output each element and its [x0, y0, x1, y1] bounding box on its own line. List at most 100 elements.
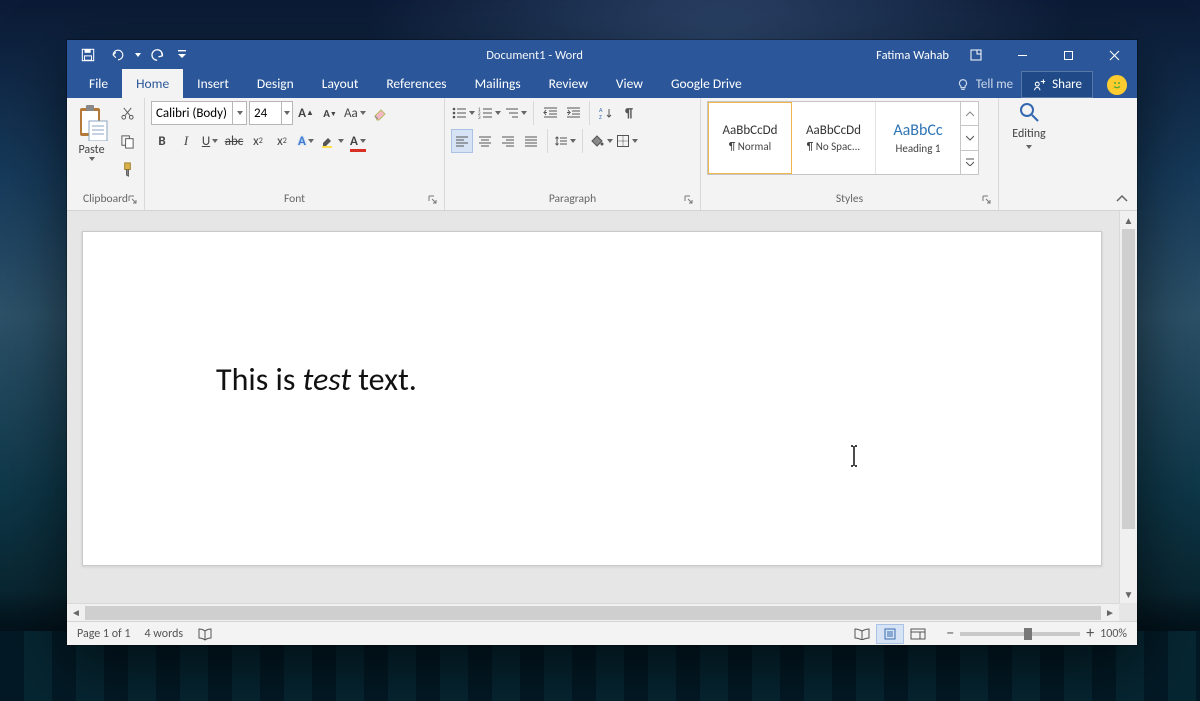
redo-button[interactable] [145, 43, 171, 67]
align-center-button[interactable] [474, 129, 496, 153]
horizontal-scrollbar[interactable]: ◄ ► [67, 603, 1119, 621]
font-size-input[interactable] [250, 106, 281, 121]
read-mode-button[interactable] [848, 624, 876, 644]
font-launcher[interactable] [426, 193, 438, 205]
align-center-icon [478, 135, 492, 147]
tab-file[interactable]: File [75, 69, 122, 98]
font-name-dropdown[interactable] [232, 102, 246, 124]
multilevel-list-button[interactable] [503, 101, 528, 125]
group-label-font: Font [151, 192, 438, 210]
borders-button[interactable] [615, 129, 639, 153]
sort-button[interactable]: AZ [595, 101, 617, 125]
minimize-button[interactable] [999, 40, 1045, 70]
paragraph-launcher[interactable] [682, 193, 694, 205]
vertical-scrollbar[interactable]: ▲ ▼ [1119, 211, 1137, 603]
zoom-slider[interactable] [960, 632, 1080, 636]
scroll-up-button[interactable]: ▲ [1120, 211, 1137, 229]
show-hide-button[interactable]: ¶ [618, 101, 640, 125]
font-size-combo[interactable] [249, 101, 293, 125]
decrease-indent-button[interactable] [539, 101, 561, 125]
align-right-button[interactable] [497, 129, 519, 153]
shrink-font-button[interactable]: A▼ [319, 101, 341, 125]
web-layout-button[interactable] [904, 624, 932, 644]
format-painter-button[interactable] [116, 157, 138, 181]
line-spacing-button[interactable] [553, 129, 577, 153]
qat-customize[interactable] [175, 43, 189, 67]
grow-font-button[interactable]: A▲ [295, 101, 317, 125]
word-window: Document1 - Word Fatima Wahab File Home … [67, 40, 1137, 645]
word-count[interactable]: 4 words [145, 627, 184, 641]
style-no-spacing[interactable]: AaBbCcDd¶ No Spac... [792, 102, 876, 174]
scroll-left-button[interactable]: ◄ [67, 606, 85, 619]
maximize-button[interactable] [1045, 40, 1091, 70]
vertical-scroll-thumb[interactable] [1122, 229, 1135, 529]
scroll-down-button[interactable]: ▼ [1120, 585, 1137, 603]
user-name-area[interactable]: Fatima Wahab [872, 48, 953, 63]
increase-indent-button[interactable] [562, 101, 584, 125]
collapse-ribbon-button[interactable] [1113, 191, 1131, 207]
zoom-out-button[interactable]: − [946, 624, 954, 643]
italic-button[interactable]: I [175, 129, 197, 153]
spellcheck-status[interactable] [197, 627, 213, 641]
strikethrough-button[interactable]: abc [223, 129, 245, 153]
font-name-combo[interactable] [151, 101, 247, 125]
close-button[interactable] [1091, 40, 1137, 70]
line-spacing-icon [554, 134, 568, 148]
tab-layout[interactable]: Layout [308, 69, 373, 98]
tell-me-search[interactable]: Tell me [956, 77, 1013, 92]
tab-view[interactable]: View [602, 69, 657, 98]
horizontal-scroll-thumb[interactable] [85, 606, 1101, 620]
page[interactable]: This is test text. [82, 231, 1102, 566]
cut-button[interactable] [116, 101, 138, 125]
editing-button[interactable]: Editing [1005, 101, 1053, 149]
align-left-button[interactable] [451, 129, 473, 153]
gallery-down-button[interactable] [961, 126, 978, 150]
page-indicator[interactable]: Page 1 of 1 [77, 627, 131, 641]
numbering-button[interactable]: 123 [477, 101, 502, 125]
justify-button[interactable] [520, 129, 542, 153]
tab-design[interactable]: Design [243, 69, 308, 98]
styles-launcher[interactable] [980, 193, 992, 205]
style-heading-1[interactable]: AaBbCcHeading 1 [876, 102, 960, 174]
tab-references[interactable]: References [372, 69, 460, 98]
tab-review[interactable]: Review [535, 69, 602, 98]
shading-button[interactable] [588, 129, 614, 153]
tab-mailings[interactable]: Mailings [461, 69, 535, 98]
gallery-up-button[interactable] [961, 102, 978, 126]
svg-text:Z: Z [599, 113, 602, 120]
feedback-smiley-icon[interactable] [1107, 75, 1127, 95]
undo-button[interactable] [105, 43, 131, 67]
paste-button[interactable]: Paste [73, 101, 110, 161]
tab-insert[interactable]: Insert [183, 69, 243, 98]
subscript-button[interactable]: x2 [247, 129, 269, 153]
change-case-button[interactable]: Aa [343, 101, 367, 125]
document-text[interactable]: This is test text. [216, 360, 417, 399]
gallery-more-button[interactable] [961, 151, 978, 174]
print-layout-button[interactable] [876, 624, 904, 644]
bullets-button[interactable] [451, 101, 476, 125]
font-color-button[interactable]: A [347, 129, 369, 153]
clear-formatting-button[interactable] [369, 101, 391, 125]
tab-google-drive[interactable]: Google Drive [657, 69, 756, 98]
undo-dropdown[interactable] [135, 53, 141, 57]
scroll-right-button[interactable]: ► [1101, 606, 1119, 619]
zoom-in-button[interactable]: + [1086, 624, 1094, 643]
copy-button[interactable] [116, 129, 138, 153]
font-size-dropdown[interactable] [281, 102, 292, 124]
share-icon [1032, 78, 1046, 92]
highlight-button[interactable] [319, 129, 345, 153]
paste-dropdown[interactable] [89, 157, 95, 161]
zoom-slider-thumb[interactable] [1024, 628, 1032, 640]
tab-home[interactable]: Home [122, 69, 183, 98]
save-button[interactable] [75, 43, 101, 67]
bold-button[interactable]: B [151, 129, 173, 153]
font-name-input[interactable] [152, 106, 232, 121]
zoom-percent[interactable]: 100% [1100, 627, 1127, 641]
superscript-button[interactable]: x2 [271, 129, 293, 153]
share-button[interactable]: Share [1021, 71, 1093, 98]
underline-button[interactable]: U [199, 129, 221, 153]
clipboard-launcher[interactable] [126, 193, 138, 205]
text-effects-button[interactable]: A [295, 129, 317, 153]
style-normal[interactable]: AaBbCcDd¶ Normal [708, 102, 792, 174]
ribbon-display-options[interactable] [953, 40, 999, 70]
